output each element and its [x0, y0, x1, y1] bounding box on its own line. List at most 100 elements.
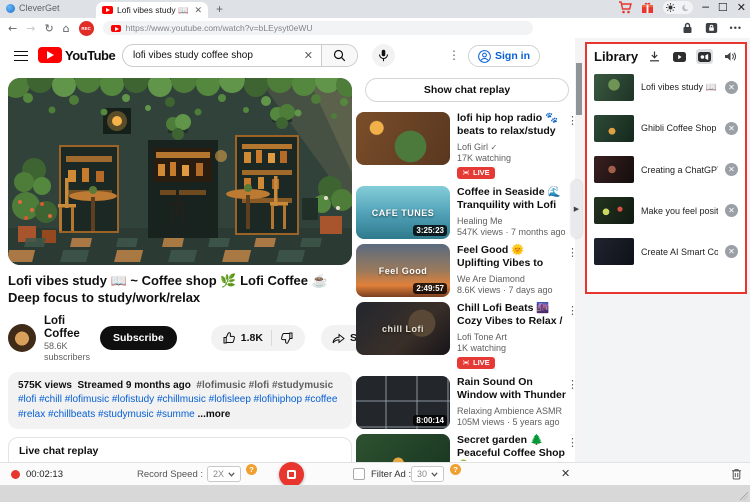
- person-icon: [478, 50, 491, 63]
- voice-search-button[interactable]: [372, 44, 395, 67]
- stop-icon: [287, 470, 296, 479]
- youtube-logo[interactable]: YouTube: [38, 47, 115, 63]
- youtube-header: YouTube lofi vibes study coffee shop ✕: [0, 38, 583, 74]
- capture-lock-icon[interactable]: [705, 22, 718, 34]
- panel-collapse-handle[interactable]: ▶: [571, 180, 582, 238]
- remove-item-icon[interactable]: ✕: [725, 81, 738, 94]
- subscribe-button[interactable]: Subscribe: [100, 326, 177, 350]
- forward-button[interactable]: →: [26, 22, 35, 35]
- header-menu-icon[interactable]: ⋮: [448, 48, 460, 62]
- record-bar-close-icon[interactable]: ✕: [561, 467, 570, 480]
- description-hashtags[interactable]: #lofi #chill #lofimusic #lofistudy #chil…: [18, 394, 337, 420]
- cleverget-logo-icon: [6, 4, 15, 13]
- maximize-button[interactable]: ☐: [718, 1, 728, 14]
- resize-grip[interactable]: [740, 492, 748, 500]
- library-item[interactable]: Lofi vibes study 📖 ~ Cof... ✕: [587, 67, 745, 108]
- stop-record-button[interactable]: [279, 462, 304, 487]
- filter-ad-checkbox[interactable]: [353, 468, 365, 480]
- library-thumbnail: [594, 115, 634, 142]
- subscriber-count: 58.6K subscribers: [44, 341, 90, 362]
- speed-help-badge[interactable]: ?: [246, 464, 257, 475]
- share-icon: [332, 333, 345, 344]
- search-button[interactable]: [321, 45, 357, 66]
- library-thumbnail: [594, 197, 634, 224]
- browser-tab[interactable]: Lofi vibes study 📖 ~ ✕: [96, 2, 208, 18]
- description-more[interactable]: ...more: [198, 409, 231, 420]
- recording-dot-icon: [11, 470, 20, 479]
- record-speed-label: Record Speed :: [137, 469, 203, 480]
- light-mode-icon: [666, 3, 675, 12]
- browser-menu-icon[interactable]: •••: [730, 23, 742, 33]
- suggested-thumbnail: chill Lofi: [356, 302, 450, 355]
- page-scrollbar[interactable]: [575, 38, 583, 462]
- suggested-video[interactable]: chill Lofi Chill Lofi Beats 🌆 Cozy Vibes…: [356, 302, 578, 371]
- description-top-tags: #lofimusic #lofi #studymusic: [196, 380, 333, 391]
- record-tab-icon[interactable]: [696, 49, 713, 64]
- show-chat-replay-button[interactable]: Show chat replay: [365, 78, 569, 102]
- library-title: Library: [594, 49, 638, 64]
- cart-icon[interactable]: [618, 1, 632, 14]
- remove-item-icon[interactable]: ✕: [725, 245, 738, 258]
- suggested-thumbnail: CAFE TUNES 3:25:23: [356, 186, 450, 239]
- reload-button[interactable]: ↻: [44, 22, 53, 35]
- signin-button[interactable]: Sign in: [468, 45, 540, 67]
- tab-close-icon[interactable]: ✕: [194, 5, 202, 16]
- youtube-favicon: [102, 6, 113, 14]
- suggested-video[interactable]: CAFE TUNES 3:25:23 Coffee in Seaside 🌊 T…: [356, 186, 578, 239]
- menu-icon[interactable]: [14, 51, 28, 61]
- scrollbar-thumb[interactable]: [576, 63, 582, 115]
- remove-item-icon[interactable]: ✕: [725, 163, 738, 176]
- remove-item-icon[interactable]: ✕: [725, 204, 738, 217]
- audio-tab-icon[interactable]: [721, 49, 738, 64]
- filter-ad-select[interactable]: 30: [411, 466, 444, 482]
- library-thumbnail: [594, 74, 634, 101]
- library-item[interactable]: Creating a ChatGPT Contr... ✕: [587, 149, 745, 190]
- youtube-play-icon: [38, 47, 62, 63]
- title-bar: CleverGet Lofi vibes study 📖 ~ ✕ +: [0, 0, 750, 18]
- library-highlight-box: Library Lofi vibes study 📖 ~ Cof... ✕: [585, 42, 747, 294]
- video-player[interactable]: [8, 78, 352, 265]
- library-item[interactable]: Ghibli Coffee Shop ☕ M... ✕: [587, 108, 745, 149]
- search-input[interactable]: lofi vibes study coffee shop ✕: [122, 44, 358, 67]
- address-bar[interactable]: https://www.youtube.com/watch?v=bLEysyt0…: [103, 21, 533, 35]
- stream-date: Streamed 9 months ago: [78, 380, 191, 391]
- search-value: lofi vibes study coffee shop: [123, 50, 296, 61]
- trash-icon[interactable]: [731, 468, 742, 480]
- live-chat-title: Live chat replay: [19, 445, 341, 457]
- library-item[interactable]: Make you feel positive an... ✕: [587, 190, 745, 231]
- record-speed-select[interactable]: 2X: [207, 466, 241, 482]
- suggested-video[interactable]: lofi hip hop radio 🐾 beats to relax/stud…: [356, 112, 578, 181]
- suggested-thumbnail: 24:18:44: [356, 434, 450, 462]
- like-button[interactable]: 1.8K: [215, 332, 271, 344]
- video-title: Lofi vibes study 📖 ~ Coffee shop 🌿 Lofi …: [8, 273, 352, 307]
- suggested-video[interactable]: Feel Good 2:49:57 Feel Good 🌞 Uplifting …: [356, 244, 578, 297]
- library-item[interactable]: Create AI Smart Contract ... ✕: [587, 231, 745, 272]
- minimize-button[interactable]: ─: [702, 1, 709, 14]
- suggested-video[interactable]: 24:18:44 Secret garden 🌲 Peaceful Coffee…: [356, 434, 578, 462]
- back-button[interactable]: ←: [8, 22, 17, 35]
- channel-name[interactable]: Lofi Coffee: [44, 315, 90, 341]
- close-button[interactable]: ✕: [737, 1, 746, 14]
- chevron-down-icon: [228, 472, 235, 477]
- lock-icon[interactable]: [682, 22, 693, 34]
- rec-button[interactable]: REC: [79, 21, 94, 36]
- url-text: https://www.youtube.com/watch?v=bLEysyt0…: [126, 23, 313, 33]
- download-tab-icon[interactable]: [646, 49, 663, 64]
- signin-label: Sign in: [495, 50, 530, 62]
- tab-title: Lofi vibes study 📖 ~: [117, 5, 190, 16]
- search-clear-icon[interactable]: ✕: [296, 49, 321, 62]
- theme-toggle[interactable]: [663, 1, 693, 14]
- filter-ad-label: Filter Ad :: [371, 469, 411, 480]
- live-badge: LIVE: [457, 167, 495, 179]
- channel-avatar[interactable]: [8, 324, 36, 352]
- video-tab-icon[interactable]: [671, 49, 688, 64]
- browser-toolbar: ← → ↻ ⌂ REC https://www.youtube.com/watc…: [0, 18, 750, 38]
- filter-help-badge[interactable]: ?: [450, 464, 461, 475]
- suggested-video[interactable]: 8:00:14 Rain Sound On Window with Thunde…: [356, 376, 578, 429]
- new-tab-button[interactable]: +: [216, 2, 223, 16]
- home-button[interactable]: ⌂: [63, 22, 70, 35]
- remove-item-icon[interactable]: ✕: [725, 122, 738, 135]
- description-box[interactable]: 575K views Streamed 9 months ago #lofimu…: [8, 372, 352, 430]
- dislike-button[interactable]: [272, 332, 301, 344]
- gift-icon[interactable]: [641, 1, 654, 14]
